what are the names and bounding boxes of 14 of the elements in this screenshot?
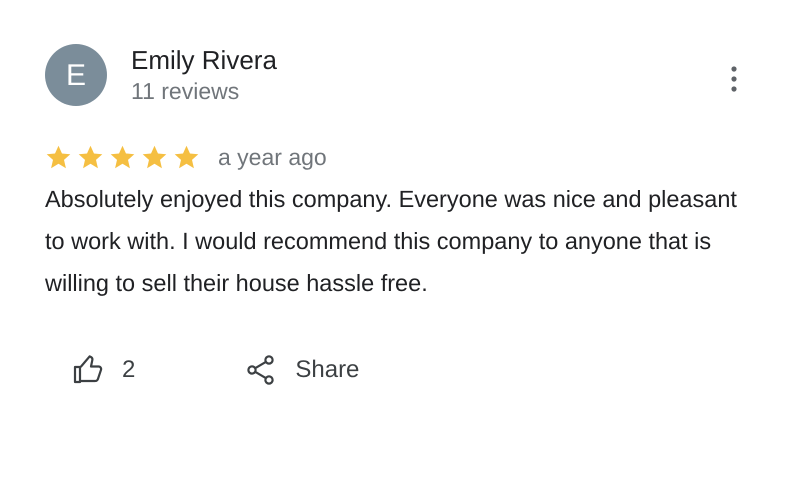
like-button[interactable]: 2 bbox=[72, 352, 136, 388]
author-name[interactable]: Emily Rivera bbox=[131, 44, 729, 76]
star-icon bbox=[45, 144, 72, 170]
avatar: E bbox=[45, 44, 107, 106]
star-icon bbox=[173, 144, 200, 170]
star-icon bbox=[141, 144, 168, 170]
star-icon bbox=[109, 144, 136, 170]
review-time: a year ago bbox=[218, 142, 327, 172]
share-button[interactable]: Share bbox=[245, 352, 360, 388]
review-count: 11 reviews bbox=[131, 77, 240, 106]
thumbs-up-icon bbox=[72, 354, 104, 386]
review-text: Absolutely enjoyed this company. Everyone was nice and pleasant to work with. I would recommend this company to anyone that is willing to sell their house hassle free. bbox=[45, 185, 738, 298]
star-icon bbox=[77, 144, 104, 170]
more-options-icon[interactable] bbox=[729, 66, 739, 92]
